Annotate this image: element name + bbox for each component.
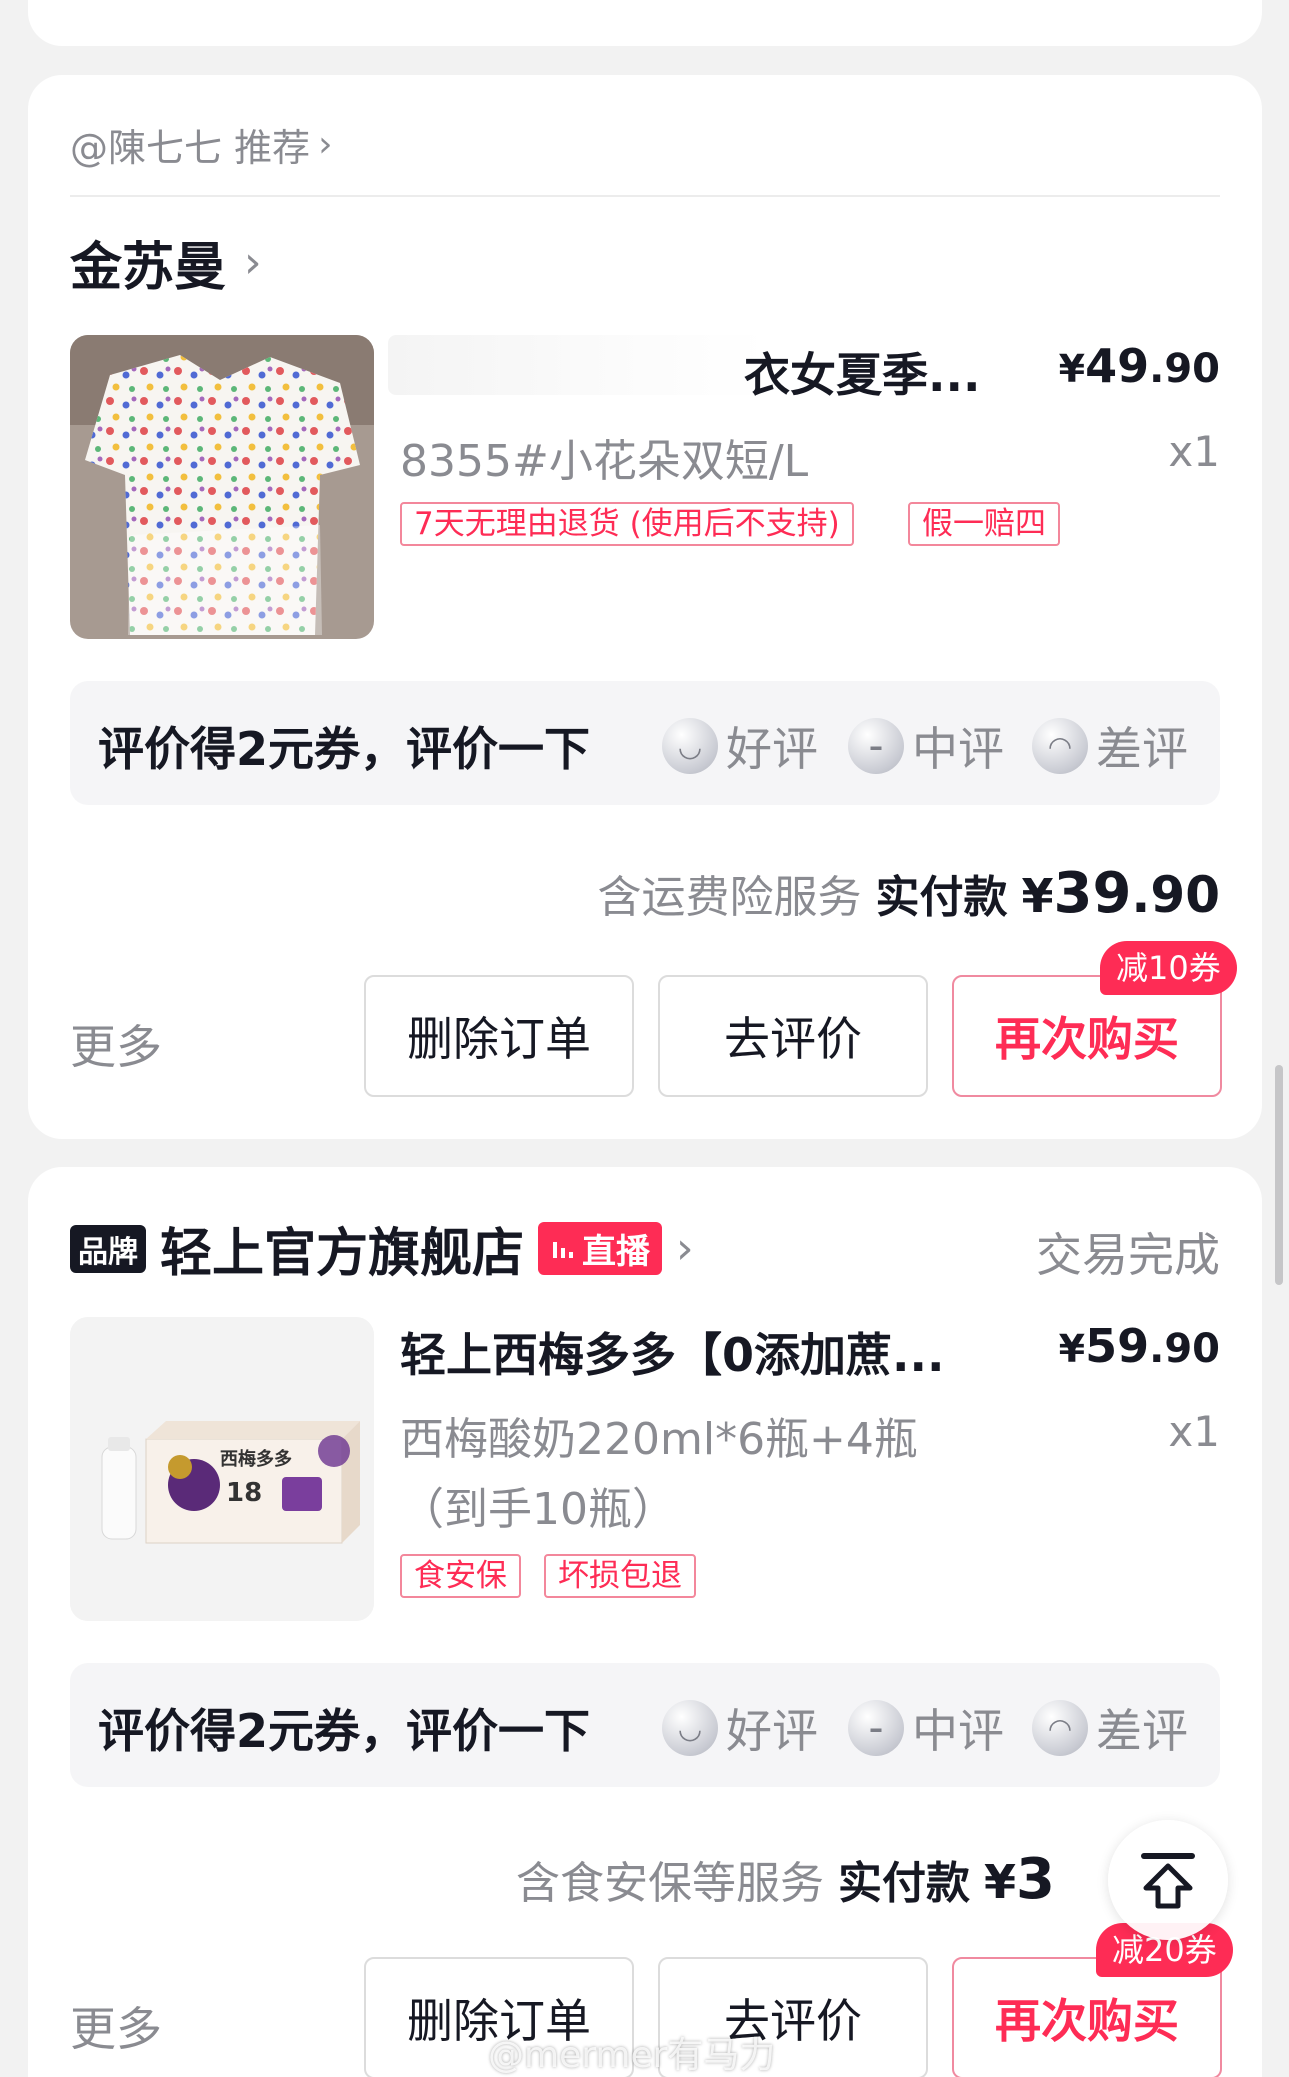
price-currency: ¥ — [1058, 347, 1086, 391]
divider — [70, 195, 1220, 197]
product-spec: 8355#小花朵双短/L — [400, 436, 809, 487]
prune-yogurt-box-image: 西梅多多 18 — [70, 1317, 374, 1621]
price-decimal: .90 — [1149, 346, 1220, 392]
product-title[interactable]: 衣女夏季... — [744, 339, 980, 405]
price-currency: ¥ — [1058, 1327, 1086, 1371]
amount-integer: 39 — [1053, 861, 1132, 926]
smile-face-icon: ◡ — [662, 1700, 718, 1756]
service-note: 含运费险服务 — [597, 872, 862, 923]
delete-order-button[interactable]: 删除订单 — [364, 975, 634, 1097]
shop-name: 轻上官方旗舰店 — [160, 1224, 525, 1284]
rate-bad-button[interactable]: ◠ 差评 — [1032, 1695, 1188, 1761]
live-badge: 直播 — [538, 1222, 663, 1275]
rate-neutral-label: 中评 — [912, 722, 1004, 776]
rate-bad-label: 差评 — [1096, 722, 1188, 776]
watermark: @mermer有马力 — [488, 2035, 776, 2076]
rate-good-button[interactable]: ◡ 好评 — [662, 1695, 818, 1761]
live-label: 直播 — [582, 1232, 651, 1272]
chevron-right-icon: › — [244, 237, 262, 288]
recommend-text: @陳七七 推荐 — [70, 126, 311, 170]
review-prompt-box: 评价得2元券，评价一下 ◡ 好评 – 中评 ◠ 差评 — [70, 1663, 1220, 1787]
arrow-up-icon — [1141, 1853, 1195, 1909]
paid-amount: ¥39.90 — [1021, 861, 1220, 926]
floral-shirt-image — [70, 335, 374, 639]
price-integer: 49 — [1085, 339, 1150, 393]
product-spec: 西梅酸奶220ml*6瓶+4瓶 — [400, 1414, 918, 1465]
sad-face-icon: ◠ — [1032, 1700, 1088, 1756]
product-spec-extra: （到手10瓶） — [400, 1484, 676, 1535]
coupon-badge: 减10券 — [1100, 941, 1237, 995]
neutral-face-icon: – — [848, 1700, 904, 1756]
rate-good-button[interactable]: ◡ 好评 — [662, 713, 818, 779]
review-prompt-text: 评价得2元券，评价一下 — [98, 722, 591, 776]
rate-neutral-label: 中评 — [912, 1704, 1004, 1758]
live-bars-icon — [553, 1241, 574, 1258]
product-title-blur — [388, 335, 768, 395]
product-price: ¥49.90 — [1059, 339, 1220, 393]
paid-label: 实付款 — [838, 1858, 970, 1909]
product-title[interactable]: 轻上西梅多多【0添加蔗... — [400, 1319, 944, 1385]
amount-decimal: .90 — [1131, 866, 1220, 924]
amount-currency: ¥ — [984, 1855, 1017, 1909]
rate-bad-label: 差评 — [1096, 1704, 1188, 1758]
package-number: 18 — [226, 1478, 262, 1508]
review-prompt-box: 评价得2元券，评价一下 ◡ 好评 – 中评 ◠ 差评 — [70, 681, 1220, 805]
smile-face-icon: ◡ — [662, 718, 718, 774]
more-button[interactable]: 更多 — [70, 1993, 162, 2059]
tag-authentic-guarantee: 假一赔四 — [908, 502, 1060, 546]
order-status: 交易完成 — [1036, 1228, 1220, 1282]
chevron-right-icon: › — [318, 124, 333, 165]
neutral-face-icon: – — [848, 718, 904, 774]
scrollbar[interactable] — [1275, 1065, 1283, 1285]
review-prompt-text: 评价得2元券，评价一下 — [98, 1704, 591, 1758]
price-decimal: .90 — [1149, 1326, 1220, 1372]
amount-integer: 3 — [1016, 1847, 1055, 1912]
product-image[interactable]: 西梅多多 18 — [70, 1317, 374, 1621]
sad-face-icon: ◠ — [1032, 718, 1088, 774]
order-card-1: @陳七七 推荐 › 金苏曼 › 衣女夏季... ¥49.90 8355#小花朵双… — [28, 75, 1262, 1139]
paid-amount: ¥3 — [984, 1847, 1055, 1912]
more-button[interactable]: 更多 — [70, 1011, 162, 1077]
rate-bad-button[interactable]: ◠ 差评 — [1032, 713, 1188, 779]
back-to-top-button[interactable] — [1108, 1820, 1228, 1940]
order-total: 含食安保等服务 实付款 ¥3 — [516, 1847, 1055, 1912]
brand-badge: 品牌 — [70, 1224, 146, 1273]
rate-good-label: 好评 — [726, 1704, 818, 1758]
service-note: 含食安保等服务 — [516, 1858, 824, 1909]
previous-order-card — [28, 0, 1262, 46]
amount-currency: ¥ — [1021, 869, 1054, 923]
chevron-right-icon: › — [676, 1223, 694, 1274]
write-review-button[interactable]: 去评价 — [658, 975, 928, 1097]
shop-header[interactable]: 金苏曼 › — [70, 225, 262, 300]
shop-name: 金苏曼 — [70, 238, 227, 298]
order-total: 含运费险服务 实付款 ¥39.90 — [597, 861, 1220, 926]
recommend-link[interactable]: @陳七七 推荐 › — [70, 117, 333, 172]
tag-food-safety: 食安保 — [400, 1554, 521, 1598]
order-card-2: 品牌 轻上官方旗舰店 直播 › 交易完成 西梅多多 18 轻上西梅多多【0添加蔗… — [28, 1167, 1262, 2077]
price-integer: 59 — [1085, 1319, 1150, 1373]
rate-good-label: 好评 — [726, 722, 818, 776]
product-image[interactable] — [70, 335, 374, 639]
rate-neutral-button[interactable]: – 中评 — [848, 1695, 1004, 1761]
product-quantity: x1 — [1168, 1407, 1220, 1456]
paid-label: 实付款 — [875, 872, 1008, 923]
product-price: ¥59.90 — [1059, 1319, 1220, 1373]
rate-neutral-button[interactable]: – 中评 — [848, 713, 1004, 779]
tag-return-policy: 7天无理由退货 (使用后不支持) — [400, 502, 854, 546]
shop-header[interactable]: 品牌 轻上官方旗舰店 直播 › — [70, 1211, 694, 1286]
product-quantity: x1 — [1168, 427, 1220, 476]
package-label: 西梅多多 — [220, 1448, 292, 1470]
tag-damage-refund: 坏损包退 — [544, 1554, 696, 1598]
